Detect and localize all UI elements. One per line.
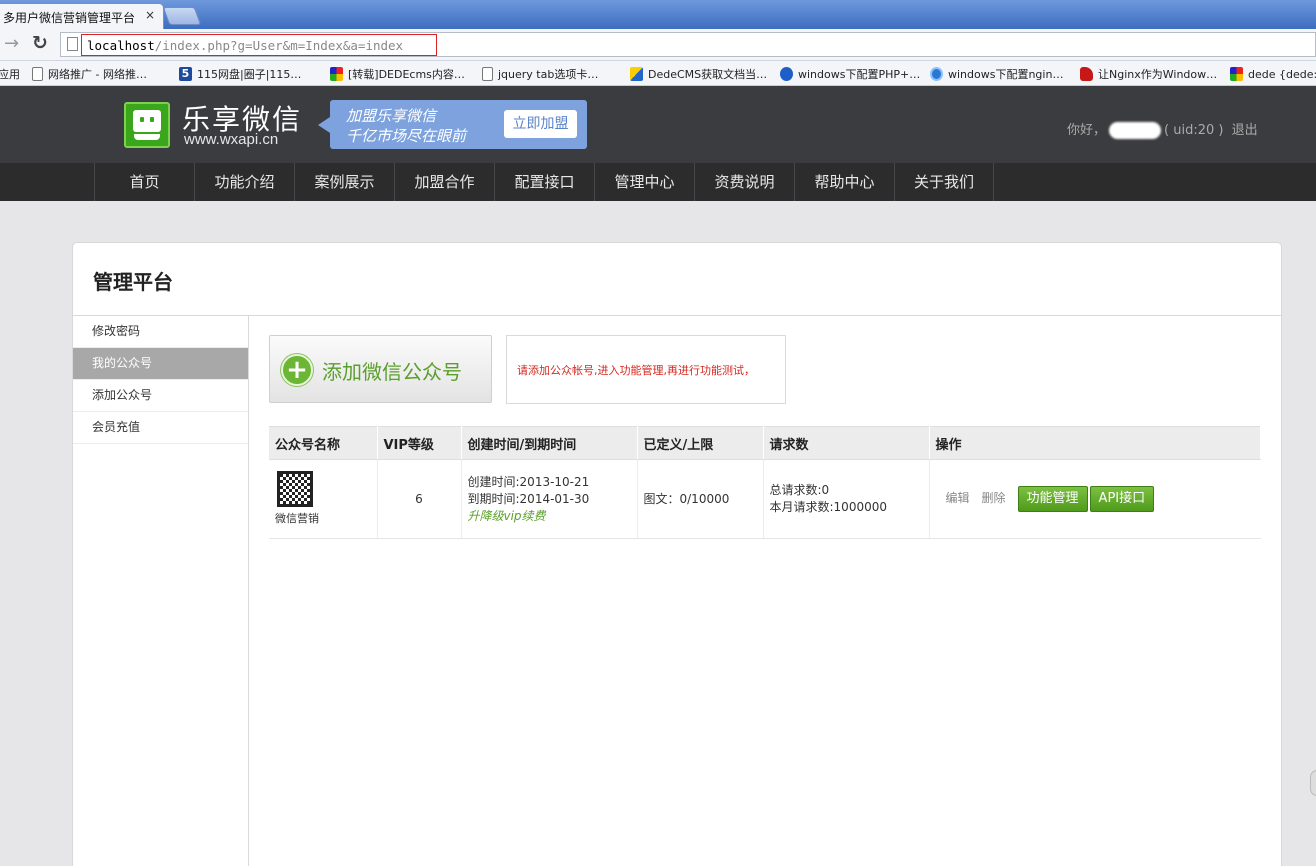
page-icon <box>32 67 43 81</box>
sidebar-item-add-account[interactable]: 添加公众号 <box>73 380 248 412</box>
back-arrow-icon[interactable]: → <box>4 33 19 54</box>
nav-home[interactable]: 首页 <box>94 163 194 201</box>
bookmark-item[interactable]: DedeCMS获取文档当… <box>630 65 767 83</box>
accounts-table: 公众号名称 VIP等级 创建时间/到期时间 已定义/上限 请求数 操作 微信营销… <box>269 426 1261 539</box>
nav-pricing[interactable]: 资费说明 <box>694 163 794 201</box>
url-highlight: localhost/index.php?g=User&m=Index&a=ind… <box>81 34 437 56</box>
table-header-row: 公众号名称 VIP等级 创建时间/到期时间 已定义/上限 请求数 操作 <box>269 426 1261 460</box>
page-icon <box>482 67 493 81</box>
vip-level: 6 <box>377 459 462 539</box>
month-requests: 本月请求数:1000000 <box>769 500 888 514</box>
user-bar: 你好， ( uid:20 ) 退出 <box>1067 119 1258 139</box>
bookmark-item[interactable]: windows下配置PHP+… <box>780 65 920 83</box>
col-vip: VIP等级 <box>377 426 462 460</box>
logout-link[interactable]: 退出 <box>1232 123 1258 138</box>
scroll-handle[interactable] <box>1310 770 1316 796</box>
col-actions: 操作 <box>929 426 1261 460</box>
admin-panel: 管理平台 修改密码 我的公众号 添加公众号 会员充值 + 添加微信公众号 请添加… <box>72 242 1282 866</box>
nav-admin-center[interactable]: 管理中心 <box>594 163 694 201</box>
nav-features[interactable]: 功能介绍 <box>194 163 294 201</box>
bookmark-item[interactable]: 让Nginx作为Window… <box>1080 65 1217 83</box>
close-icon[interactable]: × <box>145 8 155 22</box>
browser-tab[interactable]: 多用户微信营销管理平台 × <box>0 3 164 29</box>
sidebar-item-my-accounts[interactable]: 我的公众号 <box>73 348 248 380</box>
add-wechat-account-button[interactable]: + 添加微信公众号 <box>269 335 492 403</box>
quota-cell: 图文：0/10000 <box>637 459 764 539</box>
requests-cell: 总请求数:0 本月请求数:1000000 <box>763 459 930 539</box>
bookmark-item[interactable]: 网络推广 - 网络推… <box>32 65 147 83</box>
site-header: 乐享微信 www.wxapi.cn 加盟乐享微信 千亿市场尽在眼前 立即加盟 你… <box>0 86 1316 163</box>
url-text[interactable]: localhost/index.php?g=User&m=Index&a=ind… <box>87 38 403 53</box>
sidebar: 修改密码 我的公众号 添加公众号 会员充值 <box>73 316 249 866</box>
total-requests: 总请求数:0 <box>769 483 830 497</box>
nav-config-api[interactable]: 配置接口 <box>494 163 594 201</box>
nav-cases[interactable]: 案例展示 <box>294 163 394 201</box>
nav-join[interactable]: 加盟合作 <box>394 163 494 201</box>
expire-date: 到期时间:2014-01-30 <box>467 491 590 506</box>
bookmark-item[interactable]: dede {dede:… <box>1230 65 1316 83</box>
bookmark-item[interactable]: [转载]DEDEcms内容… <box>330 65 465 83</box>
col-quota: 已定义/上限 <box>637 426 764 460</box>
cms-icon <box>630 67 643 81</box>
page-icon <box>67 37 78 51</box>
redhat-icon <box>1080 67 1093 81</box>
nav-about[interactable]: 关于我们 <box>894 163 994 201</box>
blog-icon <box>780 67 793 81</box>
account-cell: 微信营销 <box>269 459 378 539</box>
ie-icon <box>930 67 943 81</box>
brand-url: www.wxapi.cn <box>184 131 279 148</box>
page-title: 管理平台 <box>93 270 173 294</box>
edit-link[interactable]: 编辑 <box>946 491 970 505</box>
divider <box>73 315 1281 316</box>
reload-icon[interactable]: ↻ <box>32 32 48 54</box>
tab-title: 多用户微信营销管理平台 <box>3 11 136 25</box>
add-account-label: 添加微信公众号 <box>322 360 462 384</box>
upgrade-link[interactable]: 升降级vip续费 <box>468 508 637 525</box>
new-tab-button[interactable] <box>162 7 202 25</box>
sidebar-item-change-password[interactable]: 修改密码 <box>73 316 248 348</box>
bookmark-apps[interactable]: 应用 <box>0 65 20 83</box>
main-nav: 首页 功能介绍 案例展示 加盟合作 配置接口 管理中心 资费说明 帮助中心 关于… <box>0 163 1316 201</box>
bookmarks-bar: 应用 网络推广 - 网络推… 5 115网盘|圈子|115… [转载]DEDEcm… <box>0 61 1316 86</box>
sidebar-item-recharge[interactable]: 会员充值 <box>73 412 248 444</box>
api-interface-button[interactable]: API接口 <box>1089 486 1155 512</box>
dede-icon <box>330 67 343 81</box>
table-row: 微信营销 6 创建时间:2013-10-21 到期时间:2014-01-30 升… <box>269 459 1261 539</box>
feature-manage-button[interactable]: 功能管理 <box>1017 486 1088 512</box>
plus-icon: + <box>281 354 313 386</box>
created-date: 创建时间:2013-10-21 <box>467 474 590 489</box>
greeting: 你好， <box>1067 123 1107 138</box>
col-dates: 创建时间/到期时间 <box>461 426 638 460</box>
qrcode-image <box>276 470 314 508</box>
join-now-button[interactable]: 立即加盟 <box>504 110 577 138</box>
col-name: 公众号名称 <box>269 426 378 460</box>
115-icon: 5 <box>179 67 192 81</box>
dates-cell: 创建时间:2013-10-21 到期时间:2014-01-30 升降级vip续费 <box>461 459 638 539</box>
delete-link[interactable]: 删除 <box>982 491 1006 505</box>
dede-icon <box>1230 67 1243 81</box>
bookmark-item[interactable]: jquery tab选项卡… <box>482 65 598 83</box>
logo-icon[interactable] <box>124 102 170 148</box>
username-redacted <box>1109 122 1162 139</box>
promo-arrow <box>318 117 330 133</box>
browser-tabstrip: 多用户微信营销管理平台 × <box>0 0 1316 29</box>
actions-cell: 编辑 删除 功能管理 API接口 <box>929 459 1261 539</box>
col-requests: 请求数 <box>763 426 930 460</box>
notice-box: 请添加公众帐号,进入功能管理,再进行功能测试， <box>506 335 786 404</box>
join-promo-banner: 加盟乐享微信 千亿市场尽在眼前 立即加盟 <box>330 100 587 149</box>
account-name: 微信营销 <box>275 512 319 525</box>
bookmark-item[interactable]: windows下配置ngin… <box>930 65 1063 83</box>
nav-help[interactable]: 帮助中心 <box>794 163 894 201</box>
bookmark-item[interactable]: 5 115网盘|圈子|115… <box>179 65 301 83</box>
uid-text: ( uid:20 ) <box>1164 123 1224 138</box>
address-bar[interactable]: localhost/index.php?g=User&m=Index&a=ind… <box>60 32 1316 57</box>
promo-line2: 千亿市场尽在眼前 <box>346 127 467 145</box>
browser-toolbar: → ↻ localhost/index.php?g=User&m=Index&a… <box>0 29 1316 61</box>
notice-text: 请添加公众帐号,进入功能管理,再进行功能测试， <box>517 364 755 377</box>
promo-line1: 加盟乐享微信 <box>346 107 437 125</box>
